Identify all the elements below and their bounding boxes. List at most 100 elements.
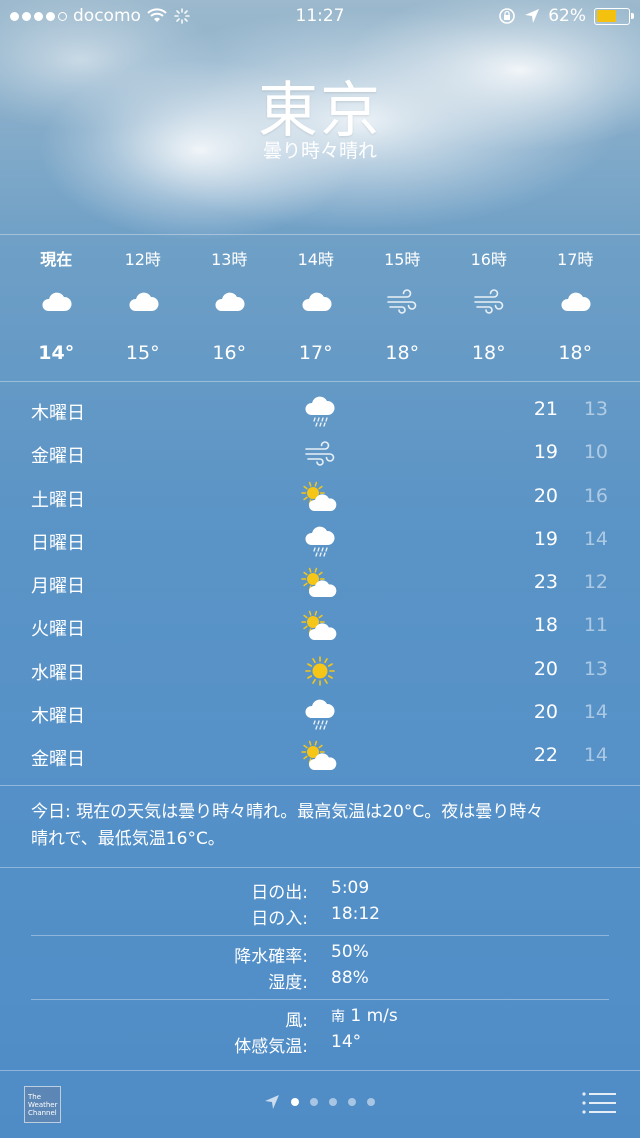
- divider: [31, 935, 609, 936]
- hourly-item: 13時 16°: [186, 246, 273, 364]
- hour-temperature: 18°: [385, 342, 420, 364]
- hourly-item: 16時 18°: [446, 246, 533, 364]
- high-temperature: 21: [533, 398, 558, 420]
- rain-icon: [300, 393, 340, 429]
- humidity-row: 湿度: 88%: [0, 968, 640, 994]
- page-dot[interactable]: [291, 1098, 299, 1106]
- high-temperature: 23: [533, 571, 558, 594]
- status-bar: docomo 11:27 62%: [0, 0, 640, 36]
- divider: [0, 867, 640, 868]
- precipitation-row: 降水確率: 50%: [0, 942, 640, 968]
- sunrise-label: 日の出:: [251, 883, 308, 903]
- humidity-value: 88%: [331, 968, 369, 988]
- hour-label: 16時: [470, 250, 507, 269]
- summary-line: 今日: 現在の天気は曇り時々晴れ。最高気温は20°C。夜は曇り時々: [31, 802, 544, 822]
- partly-cloudy-icon: [300, 739, 340, 775]
- hour-temperature: 16°: [212, 342, 247, 364]
- hourly-item: 12時 15°: [100, 246, 187, 364]
- divider: [0, 381, 640, 382]
- high-temperature: 22: [533, 744, 558, 767]
- hour-temperature: 18°: [471, 342, 506, 364]
- low-temperature: 13: [583, 398, 608, 420]
- wind-row: 風: 南 1 m/s: [0, 1006, 640, 1032]
- city-list-button[interactable]: [582, 1092, 616, 1114]
- battery-icon: [594, 7, 634, 25]
- daily-row: 木曜日 21 13: [0, 389, 640, 432]
- precipitation-label: 降水確率:: [234, 947, 308, 967]
- wind-direction: 南: [331, 1009, 345, 1025]
- daily-row: 月曜日 23 12: [0, 562, 640, 605]
- daily-row: 日曜日 19 14: [0, 519, 640, 562]
- daily-forecast: 木曜日 21 13 金曜日 19 10 土曜日 20 16 日曜日 19 14 …: [0, 389, 640, 779]
- wind-icon: [300, 436, 340, 472]
- high-temperature: 20: [533, 484, 558, 507]
- battery-percentage: 62%: [548, 6, 586, 26]
- hour-label: 14時: [297, 250, 334, 269]
- feels-like-value: 14°: [331, 1032, 362, 1052]
- summary-line: 晴れで、最低気温16°C。: [31, 829, 225, 849]
- cloud-icon: [186, 272, 273, 332]
- divider: [31, 999, 609, 1000]
- page-dot[interactable]: [329, 1098, 337, 1106]
- hour-temperature: 18°: [558, 342, 593, 364]
- hourly-forecast[interactable]: 現在 14° 12時 15° 13時 16° 14時 17° 15時 18° 1…: [13, 246, 619, 364]
- sunset-value: 18:12: [331, 904, 380, 924]
- cloud-icon: [100, 272, 187, 332]
- humidity-label: 湿度:: [268, 973, 308, 993]
- wind-value: 南 1 m/s: [331, 1006, 398, 1026]
- hourly-item: 17時 18°: [532, 246, 619, 364]
- low-temperature: 10: [583, 441, 608, 464]
- low-temperature: 14: [583, 527, 608, 550]
- bottom-toolbar: The Weather Channel: [0, 1070, 640, 1138]
- low-temperature: 11: [583, 614, 608, 637]
- daily-row: 金曜日 19 10: [0, 432, 640, 475]
- wind-label: 風:: [285, 1011, 308, 1031]
- day-name: 日曜日: [31, 532, 85, 554]
- rain-icon: [300, 696, 340, 732]
- partly-cloudy-icon: [300, 609, 340, 645]
- hour-label: 15時: [384, 250, 421, 269]
- sun-icon: [300, 653, 340, 689]
- day-name: 金曜日: [31, 749, 85, 771]
- hour-label: 17時: [557, 250, 594, 269]
- high-temperature: 20: [533, 701, 558, 724]
- hour-temperature: 17°: [298, 342, 333, 364]
- low-temperature: 13: [583, 657, 608, 680]
- weather-details: 日の出: 5:09 日の入: 18:12 降水確率: 50% 湿度: 88% 風…: [0, 878, 640, 1058]
- high-temperature: 19: [533, 527, 558, 550]
- high-temperature: 18: [533, 614, 558, 637]
- daily-row: 土曜日 20 16: [0, 476, 640, 519]
- day-name: 金曜日: [31, 446, 85, 468]
- daily-row: 木曜日 20 14: [0, 692, 640, 735]
- partly-cloudy-icon: [300, 566, 340, 602]
- location-arrow-icon: [525, 9, 540, 23]
- hour-label: 現在: [40, 250, 73, 269]
- feels-like-label: 体感気温:: [234, 1037, 308, 1057]
- daily-row: 金曜日 22 14: [0, 735, 640, 778]
- sunset-label: 日の入:: [251, 909, 308, 929]
- high-temperature: 20: [533, 657, 558, 680]
- hour-label: 13時: [211, 250, 248, 269]
- page-dot[interactable]: [310, 1098, 318, 1106]
- sunrise-row: 日の出: 5:09: [0, 878, 640, 904]
- cloud-icon: [532, 272, 619, 332]
- feels-like-row: 体感気温: 14°: [0, 1032, 640, 1058]
- hour-label: 12時: [124, 250, 161, 269]
- sunset-row: 日の入: 18:12: [0, 904, 640, 930]
- day-name: 水曜日: [31, 662, 85, 684]
- hour-temperature: 14°: [38, 342, 75, 364]
- high-temperature: 19: [533, 441, 558, 464]
- weather-channel-logo[interactable]: The Weather Channel: [24, 1086, 61, 1123]
- page-indicator[interactable]: [264, 1094, 375, 1110]
- partly-cloudy-icon: [300, 480, 340, 516]
- precipitation-value: 50%: [331, 942, 369, 962]
- day-name: 木曜日: [31, 706, 85, 728]
- day-name: 木曜日: [31, 403, 85, 424]
- page-dot[interactable]: [348, 1098, 356, 1106]
- divider: [0, 234, 640, 235]
- page-dot[interactable]: [367, 1098, 375, 1106]
- today-summary: 今日: 現在の天気は曇り時々晴れ。最高気温は20°C。夜は曇り時々 晴れで、最低…: [31, 799, 611, 853]
- low-temperature: 14: [583, 701, 608, 724]
- rain-icon: [300, 523, 340, 559]
- current-condition: 曇り時々晴れ: [262, 140, 377, 162]
